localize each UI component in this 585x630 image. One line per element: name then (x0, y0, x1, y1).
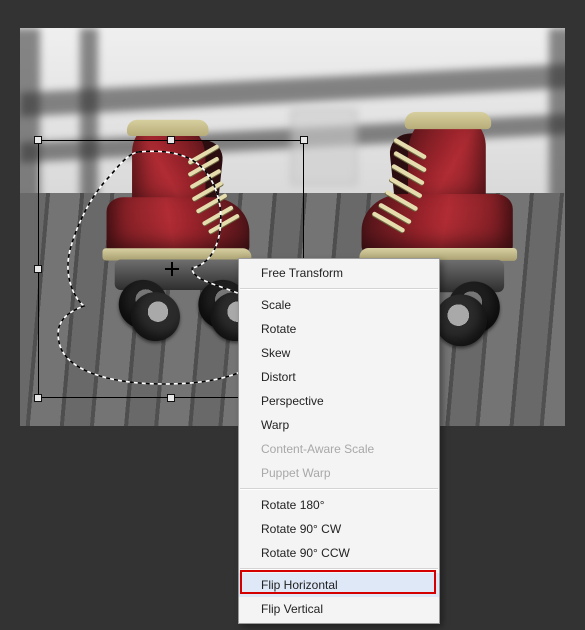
menu-rotate-180[interactable]: Rotate 180° (239, 493, 439, 517)
menu-skew[interactable]: Skew (239, 341, 439, 365)
transform-handle-bc[interactable] (167, 394, 175, 402)
menu-rotate-90-cw[interactable]: Rotate 90° CW (239, 517, 439, 541)
transform-handle-tr[interactable] (300, 136, 308, 144)
menu-separator (240, 488, 438, 490)
menu-rotate[interactable]: Rotate (239, 317, 439, 341)
transform-handle-bl[interactable] (34, 394, 42, 402)
menu-perspective[interactable]: Perspective (239, 389, 439, 413)
menu-content-aware-scale: Content-Aware Scale (239, 437, 439, 461)
menu-puppet-warp: Puppet Warp (239, 461, 439, 485)
menu-free-transform[interactable]: Free Transform (239, 261, 439, 285)
menu-warp[interactable]: Warp (239, 413, 439, 437)
menu-separator (240, 568, 438, 570)
menu-separator (240, 288, 438, 290)
menu-distort[interactable]: Distort (239, 365, 439, 389)
menu-rotate-90-ccw[interactable]: Rotate 90° CCW (239, 541, 439, 565)
transform-handle-tc[interactable] (167, 136, 175, 144)
transform-handle-ml[interactable] (34, 265, 42, 273)
transform-center-icon[interactable] (165, 262, 179, 276)
menu-flip-vertical[interactable]: Flip Vertical (239, 597, 439, 621)
transform-context-menu: Free Transform Scale Rotate Skew Distort… (238, 258, 440, 624)
menu-flip-horizontal[interactable]: Flip Horizontal (239, 573, 439, 597)
menu-scale[interactable]: Scale (239, 293, 439, 317)
transform-handle-tl[interactable] (34, 136, 42, 144)
